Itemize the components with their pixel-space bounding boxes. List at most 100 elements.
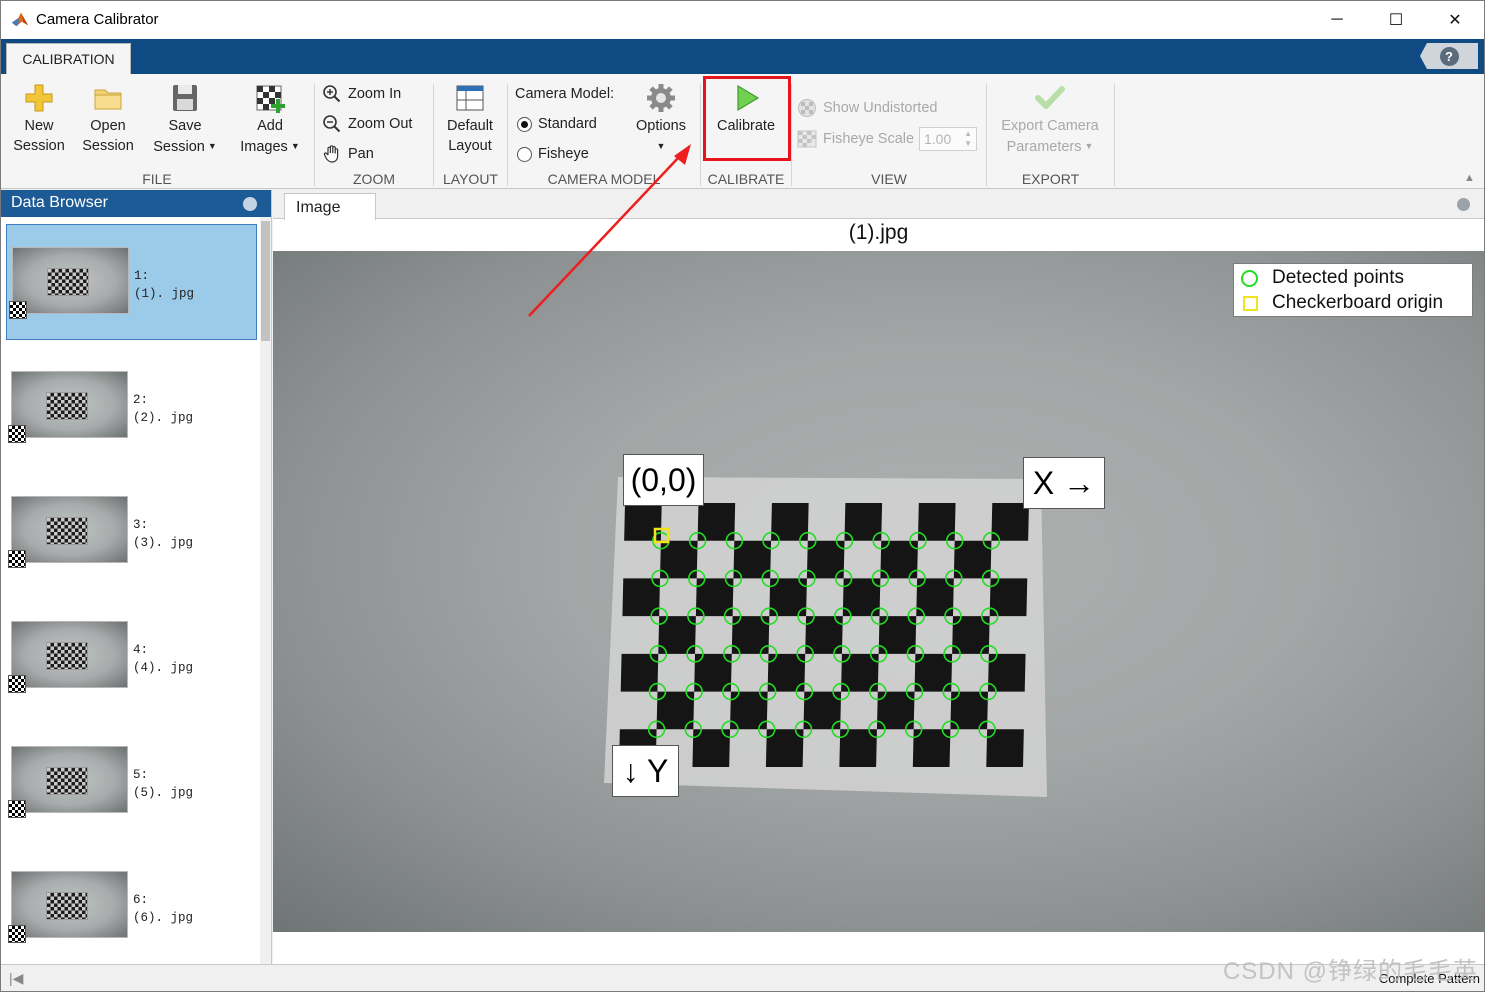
spinner-arrows-icon[interactable]: ▲ ▼ bbox=[964, 129, 972, 149]
image-tab-bar: Image bbox=[273, 190, 1484, 220]
zoom-in-label: Zoom In bbox=[348, 86, 402, 102]
folder-icon bbox=[94, 89, 122, 110]
pan-button[interactable]: Pan bbox=[322, 143, 374, 165]
save-session-button[interactable]: Save Session ▼ bbox=[145, 82, 225, 157]
list-item[interactable]: 1: (1). jpg bbox=[6, 224, 257, 340]
add-images-label-1: Add bbox=[257, 118, 283, 134]
image-file: (2). jpg bbox=[133, 411, 194, 425]
list-item[interactable]: 5: (5). jpg bbox=[6, 724, 257, 840]
fisheye-scale-label: Fisheye Scale bbox=[823, 131, 915, 147]
options-label: Options bbox=[636, 118, 686, 134]
open-session-label-1: Open bbox=[90, 118, 126, 134]
show-undistorted-label: Show Undistorted bbox=[823, 100, 938, 116]
image-file: (5). jpg bbox=[133, 786, 194, 800]
list-item[interactable]: 2: (2). jpg bbox=[6, 349, 257, 465]
standard-label: Standard bbox=[538, 116, 597, 132]
new-session-label-2: Session bbox=[13, 138, 65, 154]
layout-section-label: LAYOUT bbox=[443, 171, 498, 187]
camera-calibrator-window: Camera Calibrator ─ ☐ ✕ CALIBRATION ? Ne… bbox=[0, 0, 1485, 992]
close-button[interactable]: ✕ bbox=[1426, 1, 1484, 39]
scrollbar-thumb[interactable] bbox=[261, 221, 270, 341]
tab-calibration[interactable]: CALIBRATION bbox=[6, 43, 131, 74]
checkerboard-thumb bbox=[46, 517, 88, 545]
data-browser-scrollbar[interactable] bbox=[260, 217, 271, 964]
image-thumbnail bbox=[11, 371, 128, 438]
data-browser-panel: Data Browser 1: (1). jpg 2: (2). jpg 3: (3… bbox=[1, 190, 272, 964]
new-session-button[interactable]: New Session bbox=[9, 82, 69, 156]
image-file: (4). jpg bbox=[133, 661, 194, 675]
detected-point-swatch bbox=[1241, 269, 1258, 287]
matlab-logo-icon bbox=[11, 12, 29, 27]
data-browser-title: Data Browser bbox=[11, 194, 108, 211]
image-title: (1).jpg bbox=[848, 221, 909, 244]
layout-grid-icon bbox=[456, 85, 484, 111]
radio-unselected-icon bbox=[517, 146, 532, 162]
show-undistorted-button[interactable]: Show Undistorted bbox=[797, 97, 937, 119]
checkerboard-badge-icon bbox=[8, 550, 26, 568]
add-images-button[interactable]: Add Images ▼ bbox=[232, 82, 308, 157]
panel-menu-icon[interactable] bbox=[243, 197, 257, 211]
tab-image[interactable]: Image bbox=[284, 193, 376, 220]
ribbon-toolbar: New Session Open Session Save Session▼ bbox=[1, 74, 1484, 189]
fisheye-label: Fisheye bbox=[538, 146, 589, 162]
zoom-out-button[interactable]: Zoom Out bbox=[322, 113, 412, 135]
checkerboard-thumb bbox=[46, 392, 88, 420]
checkerboard-badge-icon bbox=[8, 675, 26, 693]
minimize-button[interactable]: ─ bbox=[1308, 1, 1366, 39]
close-icon: ✕ bbox=[1448, 12, 1462, 29]
list-item[interactable]: 4: (4). jpg bbox=[6, 599, 257, 715]
calibrate-section-label: CALIBRATE bbox=[707, 171, 785, 187]
collapse-ribbon-icon[interactable]: ▲ bbox=[1464, 172, 1476, 184]
help-button[interactable]: ? bbox=[1420, 43, 1478, 69]
export-camera-parameters-button[interactable]: Export Camera Parameters ▼ bbox=[992, 82, 1108, 157]
window-title: Camera Calibrator bbox=[36, 11, 159, 28]
options-button[interactable]: Options ▼ bbox=[629, 82, 693, 157]
add-images-label-2: Images bbox=[240, 139, 288, 155]
ribbon-tab-strip: CALIBRATION ? bbox=[1, 39, 1484, 74]
fisheye-scale-control: Fisheye Scale bbox=[797, 128, 914, 150]
origin-swatch bbox=[1243, 295, 1258, 311]
zoom-out-label: Zoom Out bbox=[348, 116, 413, 132]
new-session-label-1: New bbox=[24, 118, 54, 134]
zoom-in-button[interactable]: Zoom In bbox=[322, 83, 401, 105]
gear-icon bbox=[647, 84, 675, 112]
default-layout-label-2: Layout bbox=[448, 138, 492, 154]
image-index: 6: bbox=[133, 893, 149, 907]
save-dropdown-icon[interactable]: ▼ bbox=[208, 141, 217, 151]
image-panel: Image (1).jpg (0,0) X → ↓ Y Detected poi… bbox=[273, 190, 1484, 964]
view-section-label: VIEW bbox=[871, 171, 907, 187]
image-index: 4: bbox=[133, 643, 149, 657]
help-icon: ? bbox=[1439, 46, 1459, 66]
image-file: (6). jpg bbox=[133, 911, 194, 925]
calibrate-highlight-box bbox=[703, 76, 791, 161]
export-dropdown-icon[interactable]: ▼ bbox=[1085, 141, 1094, 151]
hand-pan-icon bbox=[323, 145, 339, 163]
default-layout-button[interactable]: Default Layout bbox=[439, 82, 501, 156]
checkerboard-badge-icon bbox=[8, 925, 26, 943]
image-thumbnail bbox=[11, 746, 128, 813]
standard-radio[interactable]: Standard bbox=[517, 113, 597, 135]
panel-menu-icon[interactable] bbox=[1457, 198, 1470, 211]
image-index: 3: bbox=[133, 518, 149, 532]
open-session-button[interactable]: Open Session bbox=[78, 82, 138, 156]
y-axis-label: ↓ Y bbox=[612, 745, 679, 797]
list-item[interactable]: 6: (6). jpg bbox=[6, 849, 257, 964]
legend-detected-label: Detected points bbox=[1272, 267, 1405, 288]
options-dropdown-icon[interactable]: ▼ bbox=[657, 141, 666, 151]
checkerboard-thumb bbox=[47, 268, 89, 296]
origin-label: (0,0) bbox=[623, 454, 704, 506]
fisheye-radio[interactable]: Fisheye bbox=[517, 143, 589, 165]
add-images-dropdown-icon[interactable]: ▼ bbox=[291, 141, 300, 151]
open-session-label-2: Session bbox=[82, 138, 134, 154]
collapse-left-icon[interactable]: |◀ bbox=[9, 970, 23, 987]
fisheye-scale-spinner[interactable]: 1.00 ▲ ▼ bbox=[919, 127, 977, 151]
calibration-image[interactable]: (0,0) X → ↓ Y Detected points Checkerboa… bbox=[273, 251, 1484, 932]
camera-model-heading: Camera Model: bbox=[515, 86, 615, 102]
maximize-button[interactable]: ☐ bbox=[1367, 1, 1425, 39]
camera-model-section-label: CAMERA MODEL bbox=[547, 171, 661, 187]
checkerboard-badge-icon bbox=[8, 425, 26, 443]
list-item[interactable]: 3: (3). jpg bbox=[6, 474, 257, 590]
checkmark-icon bbox=[1035, 86, 1065, 109]
image-label: 4: (4). jpg bbox=[133, 641, 193, 677]
add-images-icon bbox=[256, 85, 285, 113]
